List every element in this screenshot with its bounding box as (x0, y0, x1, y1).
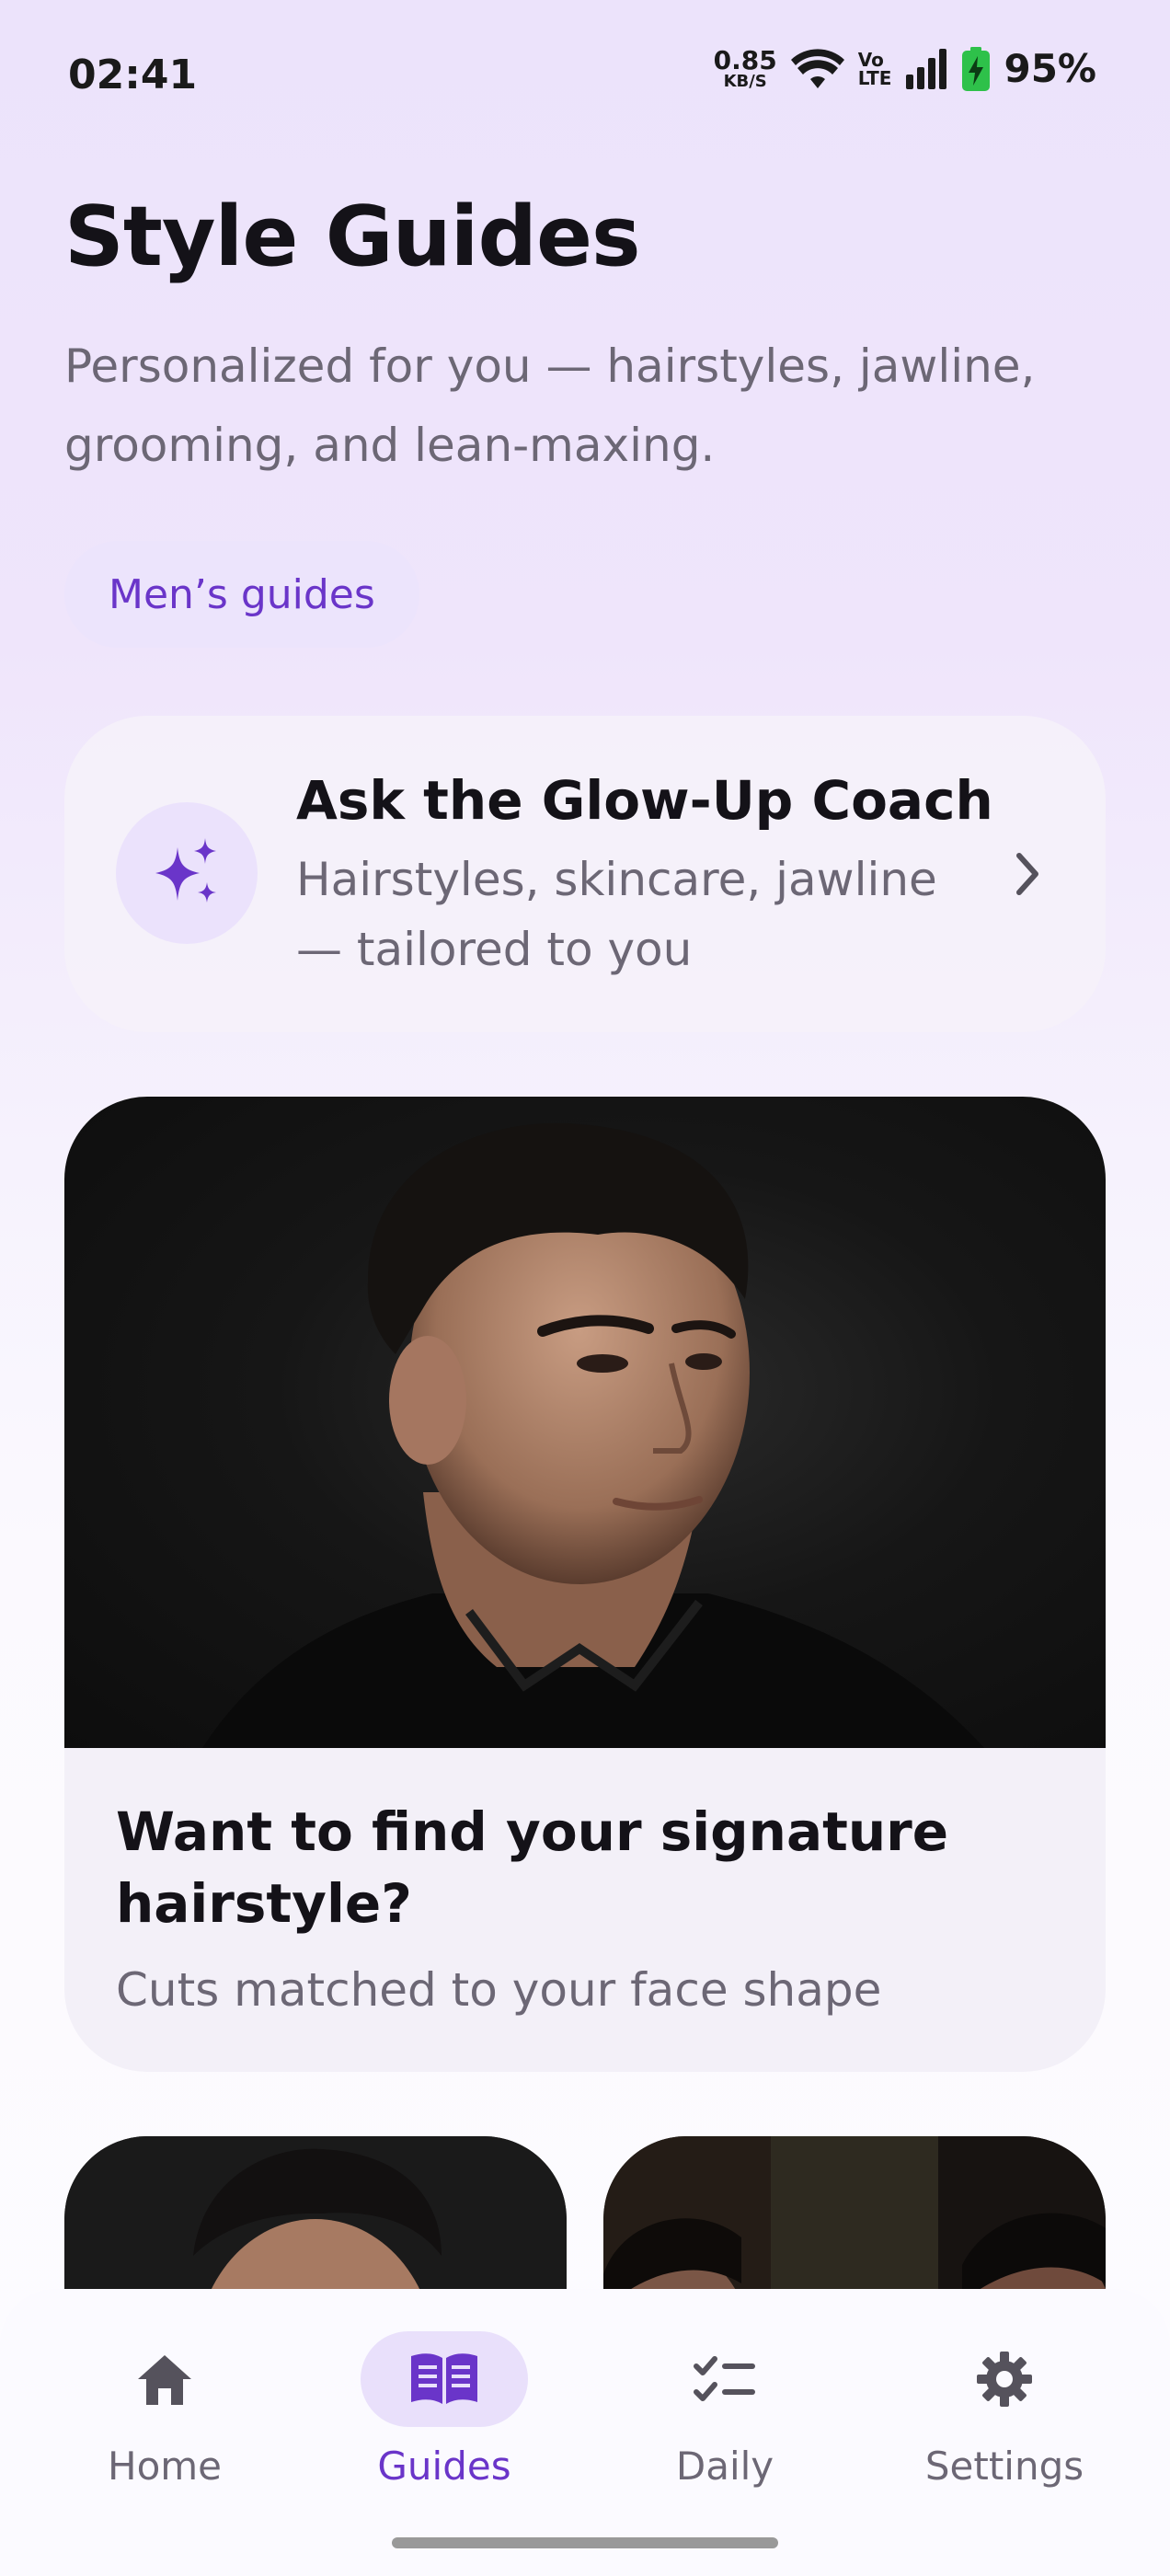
net-speed-value: 0.85 (713, 44, 777, 75)
nav-pill-settings (921, 2331, 1088, 2427)
page-subtitle: Personalized for you — hairstyles, jawli… (64, 339, 1036, 472)
home-icon (138, 2355, 191, 2405)
hairstyle-feature-card[interactable]: Want to find your signature hairstyle? C… (64, 1097, 1106, 2072)
hairstyle-photo (64, 1097, 1106, 1748)
signal-icon (906, 48, 947, 89)
nav-item-settings[interactable]: Settings (912, 2331, 1096, 2489)
nav-label-daily: Daily (675, 2444, 774, 2489)
nav-item-home[interactable]: Home (73, 2331, 257, 2489)
battery-charging-icon (962, 46, 991, 91)
feature-subtitle: Cuts matched to your face shape (116, 1963, 882, 2017)
checklist-icon (694, 2356, 755, 2401)
status-bar: 02:41 0.85 KB/S Vo LTE 95% (0, 0, 1170, 147)
battery-percent: 95% (1004, 46, 1096, 91)
chevron-right-icon (1016, 853, 1038, 895)
status-time: 02:41 (68, 52, 198, 98)
nav-item-daily[interactable]: Daily (633, 2331, 817, 2489)
gear-icon (977, 2352, 1032, 2407)
nav-pill-guides (361, 2331, 528, 2427)
coach-subtitle: Hairstyles, skincare, jawline — tailored… (296, 853, 937, 976)
wifi-icon (790, 48, 844, 88)
nav-pill-home (81, 2331, 248, 2427)
book-icon (411, 2353, 477, 2404)
volte-indicator: Vo LTE (858, 51, 892, 87)
volte-bottom: LTE (857, 66, 892, 89)
bottom-navigation: Home Guides Daily Settings (0, 2289, 1170, 2576)
status-icons: 0.85 KB/S Vo LTE 95% (714, 46, 1096, 91)
volte-top: Vo (857, 48, 884, 71)
home-indicator[interactable] (392, 2537, 778, 2548)
nav-pill-daily (641, 2331, 809, 2427)
nav-label-home: Home (107, 2444, 223, 2489)
page-title: Style Guides (64, 189, 641, 285)
net-speed: 0.85 KB/S (713, 44, 777, 91)
coach-icon-container (116, 802, 258, 944)
glow-up-coach-card[interactable]: Ask the Glow-Up Coach Hairstyles, skinca… (64, 716, 1106, 1032)
mens-guides-chip[interactable]: Men’s guides (64, 541, 419, 648)
chip-label: Men’s guides (109, 570, 375, 618)
nav-label-guides: Guides (377, 2444, 511, 2489)
nav-label-settings: Settings (924, 2444, 1084, 2489)
sparkles-icon (155, 838, 216, 903)
feature-title: Want to find your signature hairstyle? (116, 1800, 949, 1935)
net-speed-unit: KB/S (723, 71, 767, 91)
nav-item-guides[interactable]: Guides (352, 2331, 536, 2489)
coach-title: Ask the Glow-Up Coach (296, 769, 993, 832)
